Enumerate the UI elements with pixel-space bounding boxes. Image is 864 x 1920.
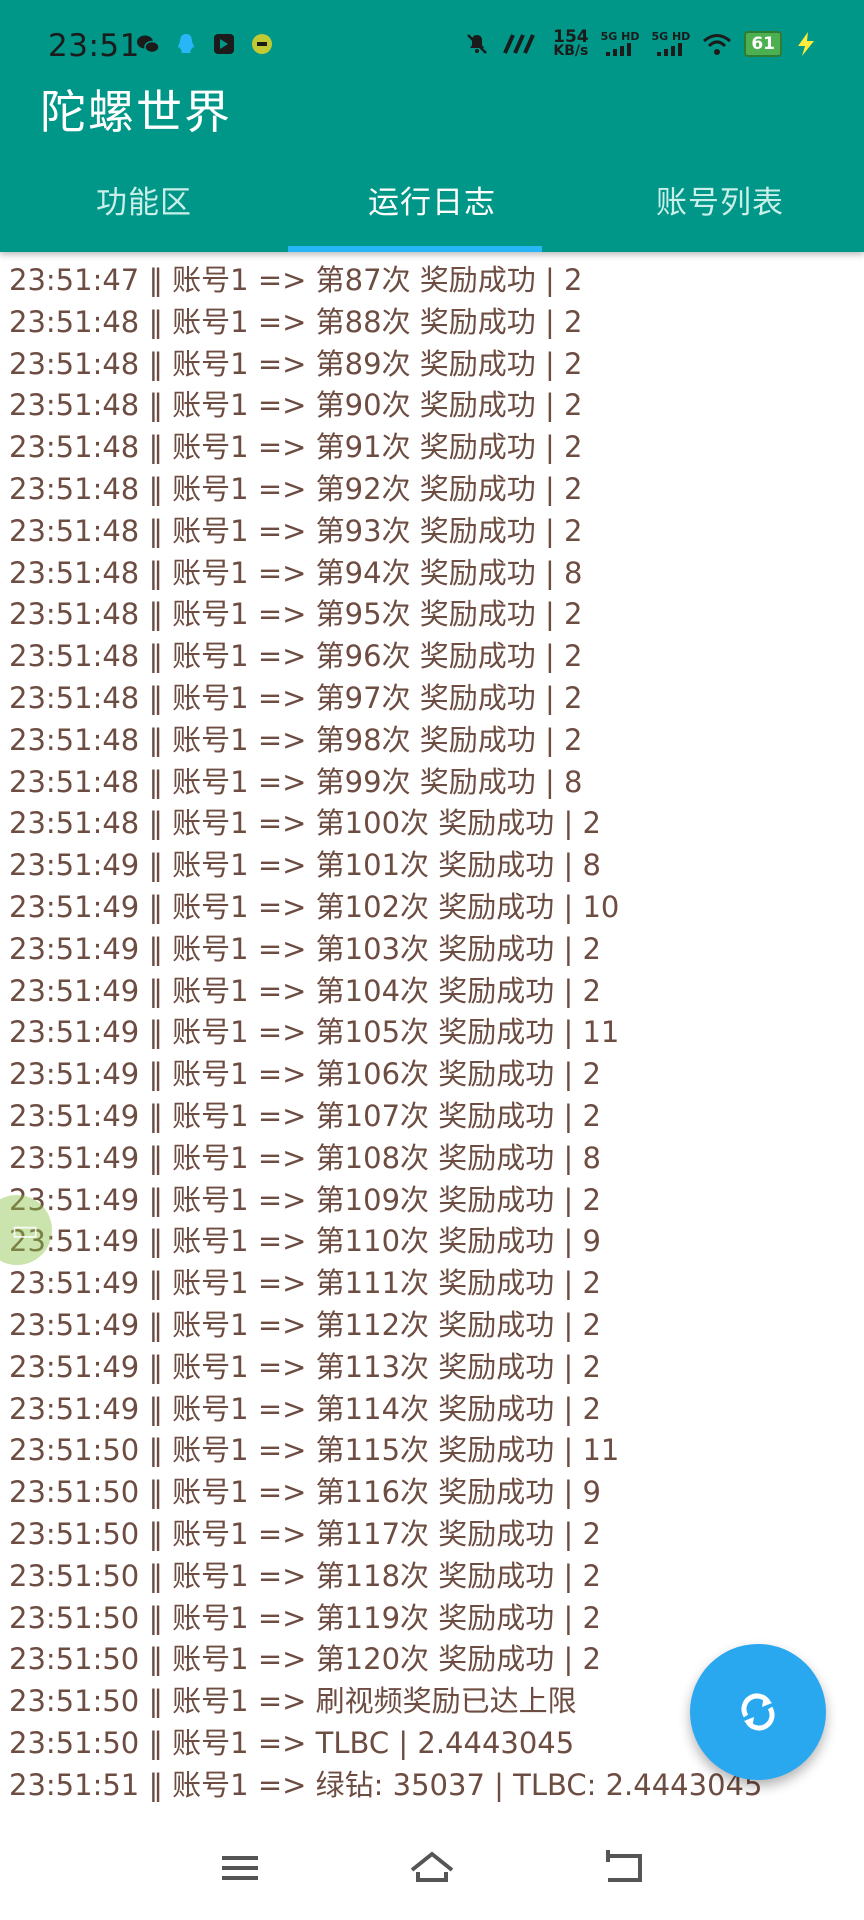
handle-icon: ▭ bbox=[10, 1212, 40, 1248]
qq-icon bbox=[178, 34, 194, 53]
notification-icons bbox=[136, 32, 274, 56]
refresh-button[interactable] bbox=[690, 1644, 826, 1780]
log-line: 23:51:50 ‖ 账号1 => 第115次 奖励成功 | 11 bbox=[9, 1433, 620, 1468]
net-speed-unit: KB/s bbox=[553, 43, 589, 59]
log-line: 23:51:49 ‖ 账号1 => 第111次 奖励成功 | 2 bbox=[9, 1266, 601, 1301]
log-line: 23:51:48 ‖ 账号1 => 第89次 奖励成功 | 2 bbox=[9, 346, 583, 381]
nfc-icon bbox=[503, 34, 535, 54]
status-right: 154 KB/s 5G HD 5G HD 61 bbox=[465, 26, 818, 62]
system-nav-bar bbox=[0, 1812, 864, 1920]
log-list[interactable]: 23:51:47 ‖ 账号1 => 第87次 奖励成功 | 2 23:51:48 … bbox=[0, 252, 864, 1812]
log-line: 23:51:48 ‖ 账号1 => 第97次 奖励成功 | 2 bbox=[9, 680, 583, 715]
game-notification-icon bbox=[252, 34, 272, 54]
log-line: 23:51:49 ‖ 账号1 => 第110次 奖励成功 | 9 bbox=[9, 1224, 601, 1259]
tab-functions[interactable]: 功能区 bbox=[0, 168, 288, 252]
back-icon[interactable] bbox=[600, 1848, 648, 1888]
status-time: 23:51 bbox=[48, 28, 140, 64]
log-line: 23:51:48 ‖ 账号1 => 第96次 奖励成功 | 2 bbox=[9, 639, 583, 674]
sim1-signal: 5G HD bbox=[600, 29, 640, 58]
log-line: 23:51:50 ‖ 账号1 => 第116次 奖励成功 | 9 bbox=[9, 1475, 601, 1510]
log-line: 23:51:48 ‖ 账号1 => 第94次 奖励成功 | 8 bbox=[9, 555, 583, 590]
log-line: 23:51:48 ‖ 账号1 => 第91次 奖励成功 | 2 bbox=[9, 430, 583, 465]
sim2-signal: 5G HD bbox=[651, 31, 690, 58]
wechat-icon bbox=[137, 35, 160, 54]
app-title: 陀螺世界 bbox=[40, 85, 232, 139]
log-line: 23:51:48 ‖ 账号1 => 第98次 奖励成功 | 2 bbox=[9, 722, 583, 757]
sim1-label: 5G HD bbox=[600, 29, 640, 43]
menu-icon[interactable] bbox=[216, 1848, 264, 1888]
log-line: 23:51:49 ‖ 账号1 => 第103次 奖励成功 | 2 bbox=[9, 931, 601, 966]
log-line: 23:51:49 ‖ 账号1 => 第102次 奖励成功 | 10 bbox=[9, 889, 620, 924]
tab-indicator bbox=[288, 246, 542, 252]
app-bar: 23:51 154 KB/s 5G HD 5G HD 61 陀螺世界 功能区 运… bbox=[0, 0, 864, 252]
log-line: 23:51:49 ‖ 账号1 => 第113次 奖励成功 | 2 bbox=[9, 1349, 601, 1384]
log-line: 23:51:49 ‖ 账号1 => 第105次 奖励成功 | 11 bbox=[9, 1015, 620, 1050]
net-speed-value: 154 bbox=[553, 27, 589, 47]
sim2-label: 5G HD bbox=[651, 29, 691, 43]
log-line: 23:51:49 ‖ 账号1 => 第112次 奖励成功 | 2 bbox=[9, 1307, 601, 1342]
log-line: 23:51:48 ‖ 账号1 => 第100次 奖励成功 | 2 bbox=[9, 806, 601, 841]
log-line: 23:51:50 ‖ 账号1 => 第118次 奖励成功 | 2 bbox=[9, 1558, 601, 1593]
log-line: 23:51:49 ‖ 账号1 => 第106次 奖励成功 | 2 bbox=[9, 1057, 601, 1092]
log-line: 23:51:48 ‖ 账号1 => 第99次 奖励成功 | 8 bbox=[9, 764, 583, 799]
refresh-icon bbox=[741, 1693, 775, 1731]
net-speed: 154 KB/s bbox=[553, 27, 589, 59]
charging-icon bbox=[798, 32, 814, 56]
battery-level: 61 bbox=[744, 31, 782, 57]
log-line: 23:51:48 ‖ 账号1 => 第90次 奖励成功 | 2 bbox=[9, 388, 583, 423]
tab-run-log[interactable]: 运行日志 bbox=[288, 168, 576, 252]
log-line: 23:51:49 ‖ 账号1 => 第108次 奖励成功 | 8 bbox=[9, 1140, 601, 1175]
log-line: 23:51:49 ‖ 账号1 => 第107次 奖励成功 | 2 bbox=[9, 1098, 601, 1133]
log-line: 23:51:48 ‖ 账号1 => 第92次 奖励成功 | 2 bbox=[9, 471, 583, 506]
tab-account-list[interactable]: 账号列表 bbox=[576, 168, 864, 252]
log-line: 23:51:48 ‖ 账号1 => 第93次 奖励成功 | 2 bbox=[9, 513, 583, 548]
home-icon[interactable] bbox=[408, 1848, 456, 1888]
wifi-icon bbox=[703, 34, 732, 55]
log-line: 23:51:50 ‖ 账号1 => 第117次 奖励成功 | 2 bbox=[9, 1516, 601, 1551]
tab-bar: 功能区 运行日志 账号列表 bbox=[0, 168, 864, 252]
log-line: 23:51:49 ‖ 账号1 => 第109次 奖励成功 | 2 bbox=[9, 1182, 601, 1217]
signal-bars-icon bbox=[656, 42, 682, 56]
log-line: 23:51:47 ‖ 账号1 => 第87次 奖励成功 | 2 bbox=[9, 263, 583, 297]
log-line: 23:51:49 ‖ 账号1 => 第114次 奖励成功 | 2 bbox=[9, 1391, 601, 1426]
app-notification-icon bbox=[214, 34, 234, 54]
signal-bars-icon bbox=[606, 42, 632, 56]
log-line: 23:51:49 ‖ 账号1 => 第101次 奖励成功 | 8 bbox=[9, 848, 601, 883]
log-line: 23:51:49 ‖ 账号1 => 第104次 奖励成功 | 2 bbox=[9, 973, 601, 1008]
log-line: 23:51:48 ‖ 账号1 => 第95次 奖励成功 | 2 bbox=[9, 597, 583, 632]
log-line: 23:51:48 ‖ 账号1 => 第88次 奖励成功 | 2 bbox=[9, 304, 583, 339]
log-line: 23:51:50 ‖ 账号1 => 第119次 奖励成功 | 2 bbox=[9, 1600, 601, 1635]
mute-bell-icon bbox=[467, 34, 487, 54]
